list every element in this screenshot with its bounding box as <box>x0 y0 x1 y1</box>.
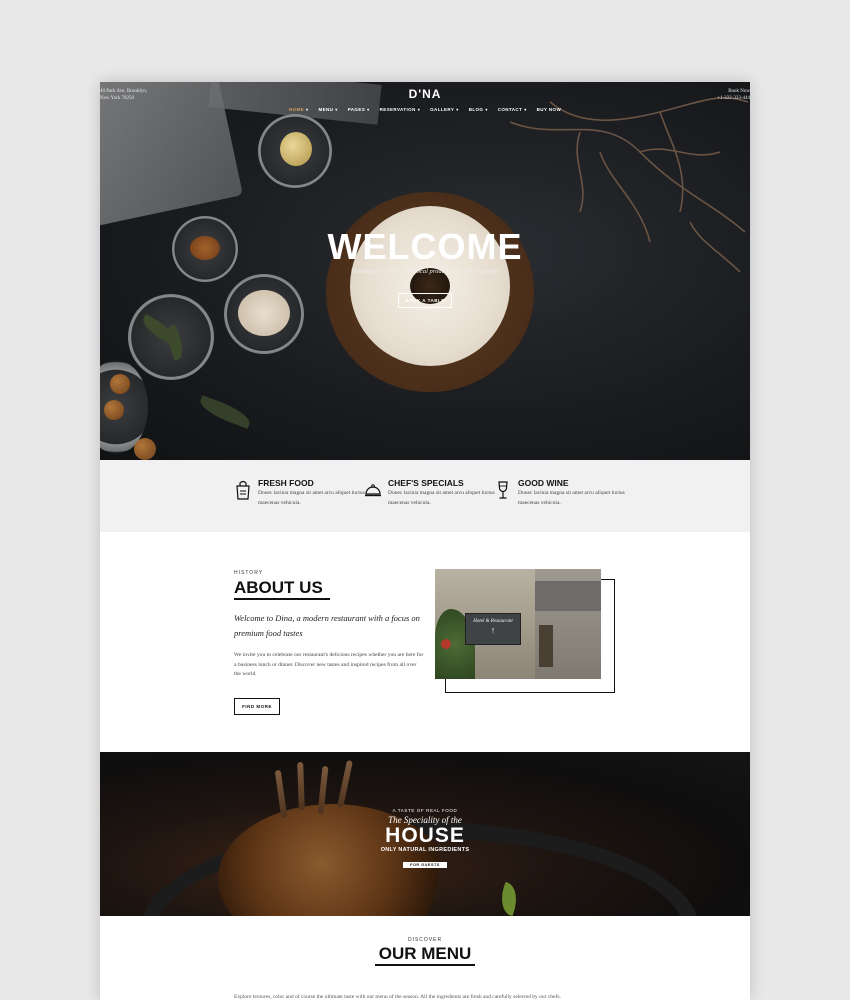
feature-text: Donec lacinia magna sit amet arcu alique… <box>518 490 625 506</box>
about-lead: Welcome to Dina, a modern restaurant wit… <box>234 613 420 638</box>
speciality-banner: A TASTE OF REAL FOOD The Speciality of t… <box>100 752 750 916</box>
rib-bone <box>297 761 305 811</box>
title-underline <box>234 598 330 600</box>
chevron-down-icon: ▾ <box>524 107 527 112</box>
hero-section: 40 Park Ave, Brooklyn, New York 70250 D'… <box>100 82 750 460</box>
walnut <box>134 438 156 460</box>
nav-item-pages[interactable]: PAGES ▾ <box>348 107 370 112</box>
site-logo[interactable]: D'NA <box>405 87 445 101</box>
nav-item-home[interactable]: HOME ▾ <box>289 107 309 112</box>
website-screenshot: 40 Park Ave, Brooklyn, New York 70250 D'… <box>100 82 750 1000</box>
top-navigation: 40 Park Ave, Brooklyn, New York 70250 D'… <box>100 82 750 122</box>
feature-text: Donec lacinia magna sit amet arcu alique… <box>388 490 495 506</box>
menu-intro: Explore textures, color and of course th… <box>234 994 561 1000</box>
walnut <box>110 374 130 394</box>
nav-item-reservation[interactable]: RESERVATION ▾ <box>380 107 421 112</box>
phone-number: +1-222-333-444 <box>717 96 750 101</box>
about-eyebrow: HISTORY <box>234 570 264 576</box>
chevron-down-icon: ▾ <box>417 107 421 112</box>
badge-subtitle: ONLY NATURAL INGREDIENTS <box>380 847 470 853</box>
cloche-icon <box>365 484 381 497</box>
about-body: We invite you to celebrate our restauran… <box>234 652 424 677</box>
nav-item-gallery[interactable]: GALLERY ▾ <box>430 107 459 112</box>
feature-text: Donec lacinia magna sit amet arcu alique… <box>258 490 365 506</box>
feature-title: FRESH FOOD <box>258 478 314 488</box>
address-text: 40 Park Ave, Brooklyn, New York 70250 <box>100 89 147 101</box>
main-menu: HOME ▾ MENU ▾ PAGES ▾ RESERVATION ▾ GALLERY ▾… <box>280 107 570 112</box>
menu-eyebrow: DISCOVER <box>407 937 443 943</box>
roof <box>535 581 601 611</box>
chevron-down-icon: ▾ <box>485 107 488 112</box>
rib-bone <box>337 759 353 809</box>
walnut <box>104 400 124 420</box>
feature-title: GOOD WINE <box>518 478 569 488</box>
our-menu-section: DISCOVER OUR MENU Explore textures, colo… <box>100 916 750 1000</box>
features-band: FRESH FOOD Donec lacinia magna sit amet … <box>100 460 750 532</box>
speciality-badge: A TASTE OF REAL FOOD The Speciality of t… <box>370 808 480 871</box>
feature-title: CHEF'S SPECIALS <box>388 478 464 488</box>
chevron-down-icon: ▾ <box>367 107 370 112</box>
find-more-button[interactable]: FIND MORE <box>234 698 280 715</box>
title-underline <box>375 964 475 966</box>
hero-title: WELCOME <box>327 226 523 267</box>
nav-item-buy-now[interactable]: BUY NOW <box>537 107 561 112</box>
badge-ribbon: FOR GUESTS <box>403 862 447 868</box>
restaurant-photo: Hotel & Restaurant ↑ <box>435 569 601 679</box>
nav-item-contact[interactable]: CONTACT ▾ <box>498 107 527 112</box>
hero-tagline: Traditional cuisine with local products … <box>351 268 499 275</box>
nav-item-blog[interactable]: BLOG ▾ <box>469 107 488 112</box>
badge-line-1: A TASTE OF REAL FOOD <box>392 808 458 813</box>
book-table-button[interactable]: BOOK A TABLE <box>398 293 452 308</box>
bay-leaf <box>196 395 254 429</box>
chevron-down-icon: ▾ <box>456 107 459 112</box>
almond-bowl <box>224 274 304 354</box>
arrow-up-icon: ↑ <box>490 625 496 635</box>
about-title: ABOUT US <box>234 578 323 597</box>
door <box>539 625 553 667</box>
rib-bone <box>274 769 288 819</box>
badge-title: HOUSE <box>385 824 465 847</box>
chevron-down-icon: ▾ <box>306 107 309 112</box>
menu-title: OUR MENU <box>378 944 472 963</box>
chevron-down-icon: ▾ <box>335 107 338 112</box>
grocery-bag-icon <box>236 480 250 500</box>
restaurant-sign: Hotel & Restaurant ↑ <box>465 613 521 645</box>
wine-glass-icon <box>498 481 508 499</box>
pear-bowl <box>258 114 332 188</box>
about-section: HISTORY ABOUT US Welcome to Dina, a mode… <box>100 532 750 752</box>
booking-info: Book Now +1-222-333-444 <box>717 88 750 102</box>
book-now-link[interactable]: Book Now <box>717 88 750 95</box>
nav-item-menu[interactable]: MENU ▾ <box>318 107 337 112</box>
flower <box>441 639 451 649</box>
